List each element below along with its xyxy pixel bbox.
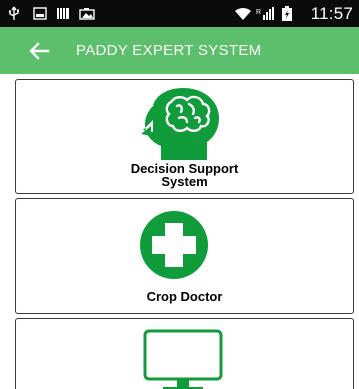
battery-icon: [281, 5, 293, 21]
app-screen: R 11:57 PADDY EXPERT SYSTEM Decision Sup…: [0, 0, 359, 389]
brain-head-icon: [141, 88, 219, 160]
signal-icon: R: [256, 6, 276, 21]
app-bar-title: PADDY EXPERT SYSTEM: [76, 42, 262, 59]
status-bar: R 11:57: [0, 0, 359, 27]
svg-text:R: R: [256, 9, 261, 16]
image-icon: [33, 6, 47, 21]
photo-icon: [79, 6, 95, 21]
app-bar: PADDY EXPERT SYSTEM: [0, 27, 359, 74]
plus-circle-icon: [140, 211, 208, 279]
menu-card-computer[interactable]: [15, 318, 354, 389]
card-label-crop-doctor: Crop Doctor: [146, 289, 223, 304]
usb-icon: [8, 6, 20, 21]
menu-card-decision-support[interactable]: Decision Support System: [15, 79, 354, 194]
computer-icon: [143, 329, 223, 389]
back-button[interactable]: [28, 40, 50, 62]
menu-card-crop-doctor[interactable]: Crop Doctor: [15, 198, 354, 314]
arrow-left-icon: [29, 42, 50, 60]
card-label-decision-support-line2: System: [161, 174, 208, 189]
barcode-icon: [56, 6, 70, 21]
wifi-icon: [234, 6, 252, 21]
status-time: 11:57: [310, 4, 353, 23]
